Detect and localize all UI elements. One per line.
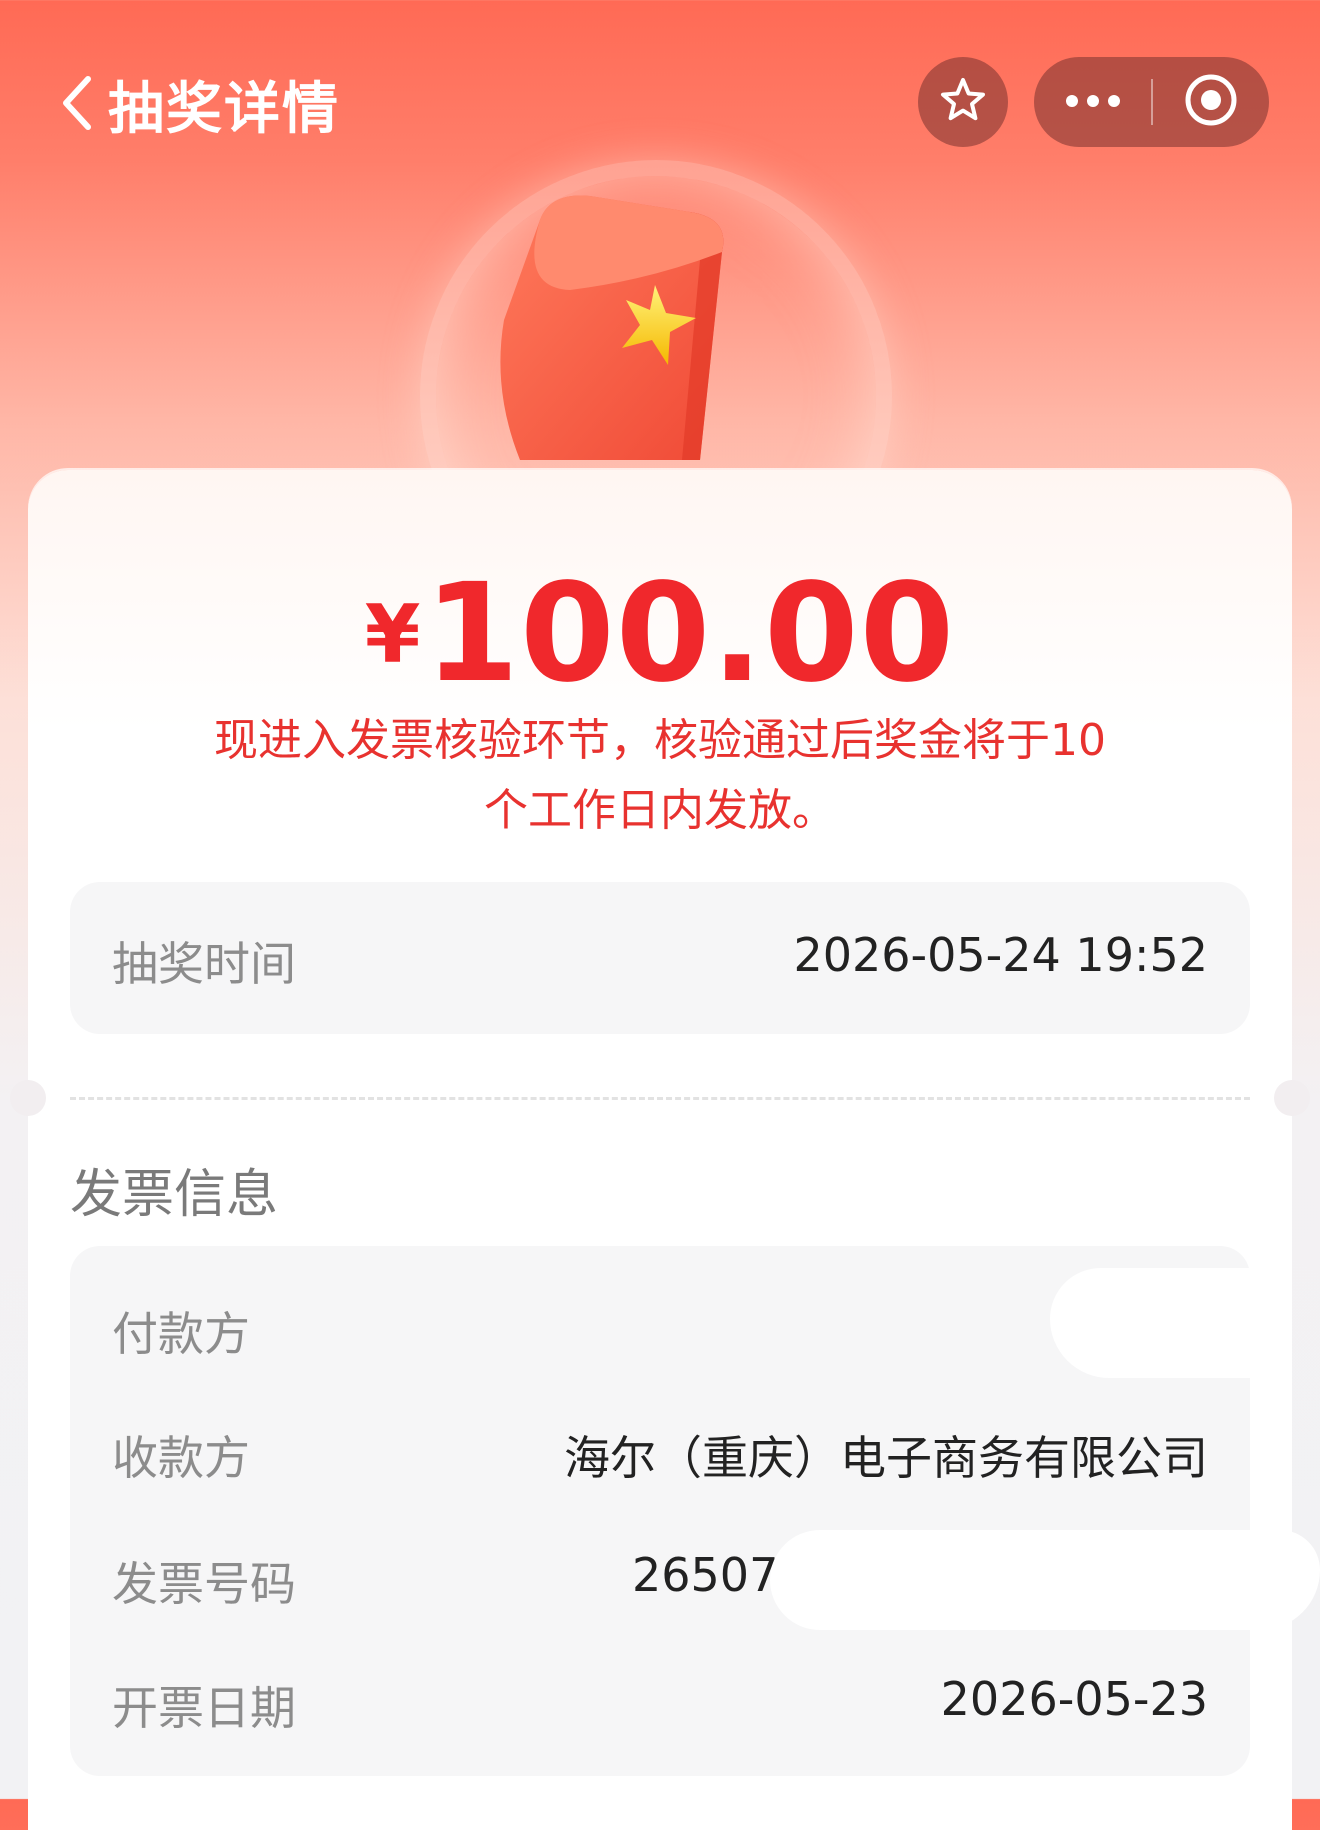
close-mini-program-button[interactable] bbox=[1153, 57, 1269, 147]
payee-value: 海尔（重庆）电子商务有限公司 bbox=[564, 1431, 1208, 1485]
currency-symbol: ¥ bbox=[364, 588, 421, 681]
invoice-number-label: 发票号码 bbox=[112, 1557, 296, 1611]
dashed-divider bbox=[70, 1097, 1250, 1100]
issue-date-label: 开票日期 bbox=[112, 1681, 296, 1735]
chevron-left-icon bbox=[58, 73, 94, 137]
redaction-invoice-number bbox=[770, 1530, 1320, 1630]
amount-value: 100.00 bbox=[424, 555, 956, 713]
more-button[interactable] bbox=[1034, 57, 1151, 147]
verification-notice: 现进入发票核验环节，核验通过后奖金将于10 个工作日内发放。 bbox=[150, 706, 1170, 846]
red-packet-icon bbox=[500, 195, 724, 460]
draw-time-label: 抽奖时间 bbox=[112, 937, 296, 991]
payee-label: 收款方 bbox=[112, 1431, 250, 1485]
draw-time-value: 2026-05-24 19:52 bbox=[793, 928, 1208, 982]
mini-program-capsule bbox=[1034, 57, 1269, 147]
notice-line-1: 现进入发票核验环节，核验通过后奖金将于10 bbox=[214, 715, 1106, 766]
invoice-section-title: 发票信息 bbox=[70, 1165, 279, 1225]
redaction-payer bbox=[1050, 1268, 1290, 1378]
prize-amount: ¥100.00 bbox=[0, 555, 1320, 713]
back-button[interactable]: 抽奖详情 bbox=[58, 64, 340, 145]
payer-label: 付款方 bbox=[112, 1307, 250, 1361]
favorite-button[interactable] bbox=[918, 57, 1008, 147]
draw-time-row: 抽奖时间 2026-05-24 19:52 bbox=[70, 882, 1250, 1034]
more-dots-icon bbox=[1065, 93, 1121, 112]
star-outline-icon bbox=[939, 76, 987, 128]
target-circle-icon bbox=[1183, 72, 1239, 132]
notice-line-2: 个工作日内发放。 bbox=[484, 785, 836, 836]
issue-date-value: 2026-05-23 bbox=[940, 1672, 1208, 1726]
red-packet-illustration bbox=[400, 160, 920, 632]
ticket-notch-right bbox=[1274, 1080, 1310, 1116]
ticket-notch-left bbox=[10, 1080, 46, 1116]
page-title: 抽奖详情 bbox=[108, 77, 340, 142]
